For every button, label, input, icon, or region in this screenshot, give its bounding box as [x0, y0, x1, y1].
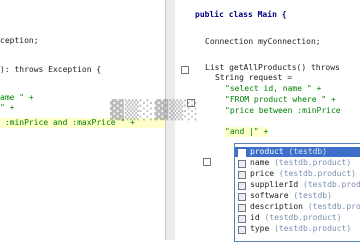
completion-item[interactable]: id (testdb.product) [235, 213, 360, 223]
column-icon [238, 215, 246, 223]
completion-item[interactable]: type (testdb.product) [235, 224, 360, 234]
table-icon [238, 149, 246, 157]
column-icon [238, 160, 246, 168]
code-line: List getAllProducts() throws [205, 63, 340, 72]
completion-item[interactable]: product (testdb) [235, 147, 360, 157]
column-icon [238, 226, 246, 234]
column-icon [238, 171, 246, 179]
fold-marker-icon[interactable] [203, 158, 211, 166]
table-icon [238, 193, 246, 201]
code-line: ame " + [0, 93, 34, 102]
completion-item[interactable]: supplierId (testdb.product) [235, 180, 360, 190]
watermark-overlay: ▓▒░▓▒░ [110, 100, 200, 121]
code-line: ): throws Exception { [0, 65, 102, 74]
code-line-current: "and |" + [225, 127, 269, 137]
column-icon [238, 182, 246, 190]
code-line: "price between :minPrice [225, 106, 341, 115]
fold-marker-icon[interactable] [181, 66, 189, 74]
code-line: Connection myConnection; [205, 37, 321, 46]
column-icon [238, 204, 246, 212]
code-completion-popup[interactable]: product (testdb) name (testdb.product) p… [234, 143, 360, 242]
code-line: ception; [0, 36, 39, 45]
code-line: " + [0, 103, 15, 112]
code-line: public class Main { [195, 10, 287, 19]
completion-item[interactable]: software (testdb) [235, 191, 360, 201]
completion-item[interactable]: name (testdb.product) [235, 158, 360, 168]
completion-item[interactable]: description (testdb.product) [235, 202, 360, 212]
code-line: String request = [215, 73, 293, 82]
completion-item[interactable]: price (testdb.product) [235, 169, 360, 179]
code-line: "select id, name " + [225, 84, 322, 93]
code-line: "FROM product where " + [225, 95, 336, 104]
